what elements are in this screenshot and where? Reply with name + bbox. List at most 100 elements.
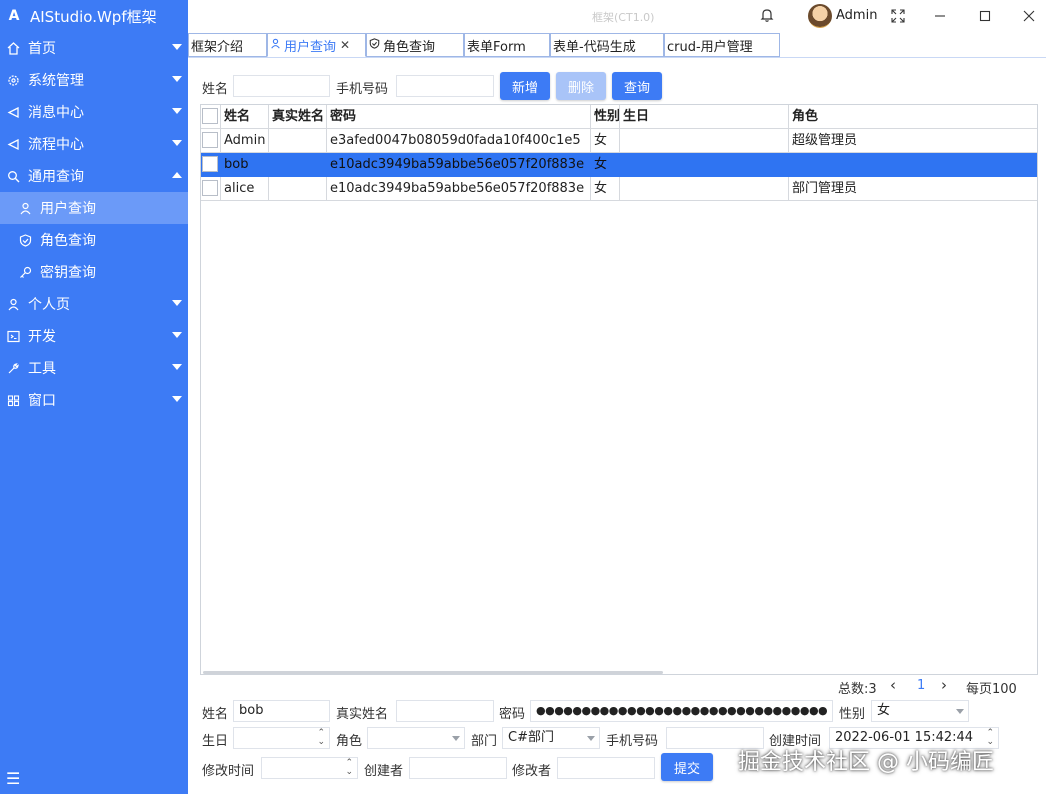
tab-form[interactable]: 表单Form	[464, 33, 550, 57]
total-count: 总数:3	[838, 682, 877, 697]
sidebar-item-key-query[interactable]: 密钥查询	[0, 256, 188, 288]
search-phone-label: 手机号码	[336, 82, 389, 97]
column-header-password[interactable]: 密码	[327, 105, 591, 129]
cell-password: e10adc3949ba59abbe56e057f20f883e	[327, 177, 591, 201]
form-modified-time-label: 修改时间	[202, 764, 255, 779]
sidebar-item-window[interactable]: 窗口	[0, 384, 188, 416]
form-modifier-input[interactable]	[557, 757, 655, 779]
column-header-birthday[interactable]: 生日	[620, 105, 789, 129]
prev-page-button[interactable]: ‹	[890, 676, 896, 694]
maximize-icon[interactable]	[975, 6, 995, 26]
sidebar-item-workflow[interactable]: 流程中心	[0, 128, 188, 160]
tab-framework-intro[interactable]: 框架介绍	[188, 33, 267, 57]
spinner-icon[interactable]: ⌃ ⌄	[317, 729, 325, 747]
form-role-select[interactable]	[367, 727, 465, 749]
query-button[interactable]: 查询	[612, 72, 662, 100]
chevron-down-icon	[172, 332, 182, 338]
row-checkbox[interactable]	[202, 132, 218, 148]
chevron-down-icon	[172, 108, 182, 114]
user-icon	[18, 201, 32, 215]
sidebar-item-common-query[interactable]: 通用查询	[0, 160, 188, 192]
tab-label: 表单-代码生成	[553, 39, 636, 55]
sidebar-item-role-query[interactable]: 角色查询	[0, 224, 188, 256]
chevron-down-icon	[172, 44, 182, 50]
code-icon	[6, 329, 20, 343]
close-icon[interactable]	[1019, 6, 1039, 26]
column-header-gender[interactable]: 性别	[591, 105, 620, 129]
form-birthday-picker[interactable]: ⌃ ⌄	[233, 727, 330, 749]
cell-name: Admin	[221, 129, 269, 153]
sidebar-item-label: 开发	[28, 329, 56, 345]
wrench-icon	[6, 361, 20, 375]
title-bar: 框架(CT1.0) Admin	[188, 0, 1046, 32]
row-checkbox[interactable]	[202, 156, 218, 172]
select-all-checkbox[interactable]	[202, 108, 218, 124]
row-select-cell[interactable]	[201, 153, 221, 177]
sidebar-item-label: 首页	[28, 41, 56, 57]
form-password-input[interactable]: ●●●●●●●●●●●●●●●●●●●●●●●●●●●●●●●●	[530, 700, 833, 722]
form-creator-label: 创建者	[364, 764, 404, 779]
cell-password: e10adc3949ba59abbe56e057f20f883e	[327, 153, 591, 177]
sidebar-item-home[interactable]: 首页	[0, 32, 188, 64]
user-name[interactable]: Admin	[836, 8, 877, 23]
chevron-down-icon	[172, 76, 182, 82]
sidebar-item-dev[interactable]: 开发	[0, 320, 188, 352]
cell-name: alice	[221, 177, 269, 201]
table-row-selected[interactable]: bob e10adc3949ba59abbe56e057f20f883e 女	[201, 153, 1037, 177]
tab-crud-user[interactable]: crud-用户管理	[664, 33, 780, 57]
tab-role-query[interactable]: 角色查询	[366, 33, 464, 57]
menu-toggle-icon[interactable]: ☰	[6, 769, 20, 788]
table-row[interactable]: Admin e3afed0047b08059d0fada10f400c1e5 女…	[201, 129, 1037, 153]
select-all-cell[interactable]	[201, 105, 221, 129]
tab-close-icon[interactable]: ✕	[340, 38, 350, 52]
column-header-real-name[interactable]: 真实姓名	[269, 105, 327, 129]
search-phone-input[interactable]	[396, 75, 494, 97]
tab-form-codegen[interactable]: 表单-代码生成	[550, 33, 664, 57]
row-checkbox[interactable]	[202, 180, 218, 196]
form-birthday-label: 生日	[202, 734, 229, 749]
chevron-down-icon	[172, 396, 182, 402]
cell-real-name	[269, 153, 327, 177]
home-icon	[6, 41, 20, 55]
form-real-name-input[interactable]	[396, 700, 494, 722]
column-header-name[interactable]: 姓名	[221, 105, 269, 129]
chevron-down-icon	[452, 736, 460, 741]
avatar[interactable]	[808, 4, 832, 28]
submit-button[interactable]: 提交	[661, 753, 713, 781]
sidebar-item-user-query[interactable]: 用户查询	[0, 192, 188, 224]
tab-user-query[interactable]: 用户查询 ✕	[267, 33, 366, 57]
cell-real-name	[269, 177, 327, 201]
sidebar-item-messages[interactable]: 消息中心	[0, 96, 188, 128]
sidebar-item-label: 用户查询	[40, 201, 96, 217]
sidebar-item-label: 窗口	[28, 393, 56, 409]
minimize-icon[interactable]	[930, 6, 950, 26]
cell-birthday	[620, 129, 789, 153]
bell-icon[interactable]	[760, 7, 774, 23]
form-gender-select[interactable]: 女	[871, 700, 969, 722]
table-row[interactable]: alice e10adc3949ba59abbe56e057f20f883e 女…	[201, 177, 1037, 201]
row-select-cell[interactable]	[201, 177, 221, 201]
form-name-input[interactable]: bob	[233, 700, 330, 722]
horizontal-scrollbar[interactable]	[203, 671, 663, 674]
form-creator-input[interactable]	[409, 757, 507, 779]
delete-button[interactable]: 删除	[556, 72, 606, 100]
search-icon	[6, 169, 20, 183]
spinner-icon[interactable]: ⌃ ⌄	[345, 759, 353, 777]
sidebar-item-profile[interactable]: 个人页	[0, 288, 188, 320]
form-modifier-label: 修改者	[512, 764, 552, 779]
current-page[interactable]: 1	[917, 678, 925, 693]
form-modified-time-picker[interactable]: ⌃ ⌄	[261, 757, 358, 779]
fullscreen-icon[interactable]	[888, 6, 908, 26]
row-select-cell[interactable]	[201, 129, 221, 153]
next-page-button[interactable]: ›	[941, 676, 947, 694]
column-header-role[interactable]: 角色	[789, 105, 1037, 129]
sidebar-item-system[interactable]: 系统管理	[0, 64, 188, 96]
sidebar-item-tools[interactable]: 工具	[0, 352, 188, 384]
page-size-select[interactable]: 每页100	[966, 678, 1017, 697]
search-name-input[interactable]	[233, 75, 330, 97]
app-title: AIStudio.Wpf框架	[30, 7, 157, 26]
form-dept-select[interactable]: C#部门	[502, 727, 600, 749]
search-name-label: 姓名	[202, 82, 229, 97]
user-table[interactable]: 姓名 真实姓名 密码 性别 生日 角色 Admin e3afed0047b080…	[200, 104, 1038, 675]
add-button[interactable]: 新增	[500, 72, 550, 100]
